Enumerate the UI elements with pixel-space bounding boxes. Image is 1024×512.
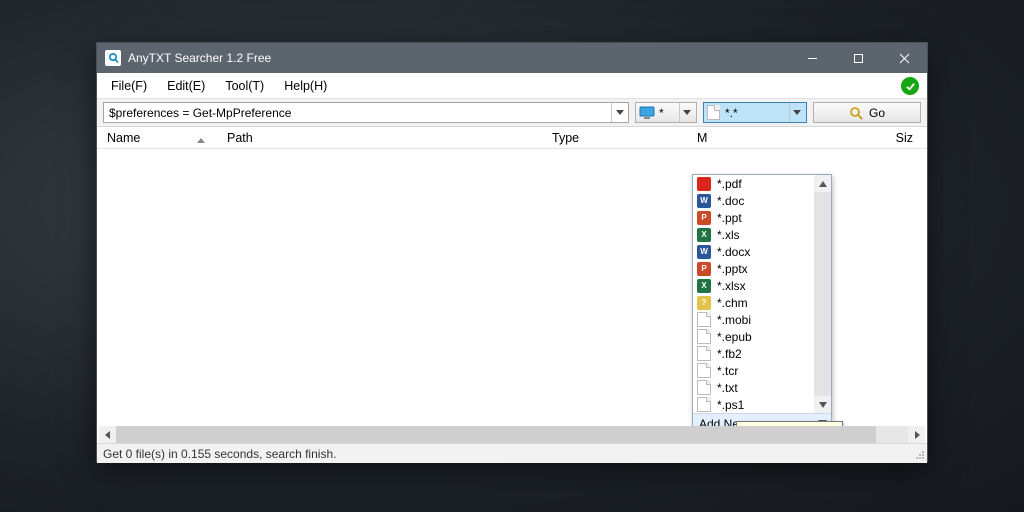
file-icon [697, 177, 711, 191]
col-path[interactable]: Path [217, 131, 542, 145]
app-icon [105, 50, 121, 66]
filetype-option[interactable]: *.pdf [693, 175, 831, 192]
filetype-option-label: *.docx [717, 245, 750, 259]
filetype-option[interactable]: *.epub [693, 328, 831, 345]
filetype-option[interactable]: W *.docx [693, 243, 831, 260]
filetype-option-label: *.ppt [717, 211, 742, 225]
file-icon: X [697, 279, 711, 293]
filetype-option-label: *.chm [717, 296, 748, 310]
file-icon: W [697, 245, 711, 259]
filetype-label: *.* [725, 106, 784, 120]
filetype-option-label: *.pptx [717, 262, 748, 276]
filetype-option[interactable]: *.ps1 [693, 396, 831, 413]
file-icon [697, 312, 711, 327]
app-window: AnyTXT Searcher 1.2 Free File(F) Edit(E)… [96, 42, 928, 462]
filetype-dropdown: *.pdf W *.doc P *.ppt X *.xls W *.docx P *.pptx X *.… [692, 174, 832, 434]
maximize-button[interactable] [835, 43, 881, 73]
chevron-down-icon [679, 103, 693, 122]
menu-file[interactable]: File(F) [101, 76, 157, 96]
filetype-option-label: *.ps1 [717, 398, 744, 412]
filetype-option[interactable]: *.tcr [693, 362, 831, 379]
search-icon [849, 106, 863, 120]
col-type[interactable]: Type [542, 131, 687, 145]
file-icon: P [697, 262, 711, 276]
results-header: Name Path Type M Siz [97, 127, 927, 149]
filetype-option-label: *.doc [717, 194, 744, 208]
results-list: *.pdf W *.doc P *.ppt X *.xls W *.docx P *.pptx X *.… [97, 149, 927, 443]
filetype-option[interactable]: *.mobi [693, 311, 831, 328]
file-icon [707, 105, 720, 120]
sort-asc-icon [197, 138, 205, 143]
statusbar: Get 0 file(s) in 0.155 seconds, search f… [97, 443, 927, 463]
status-text: Get 0 file(s) in 0.155 seconds, search f… [103, 447, 336, 461]
volume-label: * [659, 106, 675, 120]
scroll-down-icon[interactable] [814, 396, 831, 413]
horizontal-scrollbar[interactable] [99, 426, 925, 443]
filetype-option[interactable]: X *.xls [693, 226, 831, 243]
menubar: File(F) Edit(E) Tool(T) Help(H) [97, 73, 927, 99]
scroll-left-icon[interactable] [99, 426, 116, 443]
search-input[interactable] [103, 102, 629, 123]
titlebar[interactable]: AnyTXT Searcher 1.2 Free [97, 43, 927, 73]
scroll-right-icon[interactable] [908, 426, 925, 443]
file-icon: P [697, 211, 711, 225]
window-title: AnyTXT Searcher 1.2 Free [128, 51, 789, 65]
scroll-up-icon[interactable] [814, 175, 831, 192]
close-button[interactable] [881, 43, 927, 73]
dropdown-scrollbar[interactable] [814, 175, 831, 413]
volume-selector[interactable]: * [635, 102, 697, 123]
filetype-option-label: *.txt [717, 381, 738, 395]
filetype-option-label: *.mobi [717, 313, 751, 327]
filetype-option[interactable]: X *.xlsx [693, 277, 831, 294]
status-ok-icon [901, 77, 919, 95]
filetype-option-label: *.fb2 [717, 347, 742, 361]
resize-grip-icon[interactable] [913, 450, 925, 462]
minimize-button[interactable] [789, 43, 835, 73]
chevron-down-icon [789, 103, 803, 122]
filetype-option[interactable]: W *.doc [693, 192, 831, 209]
menu-tool[interactable]: Tool(T) [215, 76, 274, 96]
search-history-dropdown[interactable] [611, 103, 628, 122]
filetype-option[interactable]: P *.ppt [693, 209, 831, 226]
col-name[interactable]: Name [97, 131, 217, 145]
col-size[interactable]: Siz [827, 131, 927, 145]
go-button[interactable]: Go [813, 102, 921, 123]
filetype-option-label: *.xlsx [717, 279, 746, 293]
col-modified[interactable]: M [687, 131, 827, 145]
file-icon [697, 380, 711, 395]
file-icon: ? [697, 296, 711, 310]
filetype-option-label: *.epub [717, 330, 752, 344]
file-icon [697, 329, 711, 344]
filetype-option[interactable]: *.txt [693, 379, 831, 396]
menu-edit[interactable]: Edit(E) [157, 76, 215, 96]
go-label: Go [869, 106, 885, 120]
filetype-option[interactable]: *.fb2 [693, 345, 831, 362]
file-icon: X [697, 228, 711, 242]
toolbar: * *.* Go [97, 99, 927, 127]
filetype-option-label: *.tcr [717, 364, 738, 378]
file-icon: W [697, 194, 711, 208]
filetype-option[interactable]: ? *.chm [693, 294, 831, 311]
monitor-icon [639, 106, 655, 120]
filetype-option[interactable]: P *.pptx [693, 260, 831, 277]
file-icon [697, 397, 711, 412]
file-icon [697, 346, 711, 361]
filetype-selector[interactable]: *.* [703, 102, 807, 123]
file-icon [697, 363, 711, 378]
filetype-option-label: *.xls [717, 228, 740, 242]
filetype-option-label: *.pdf [717, 177, 742, 191]
menu-help[interactable]: Help(H) [274, 76, 337, 96]
